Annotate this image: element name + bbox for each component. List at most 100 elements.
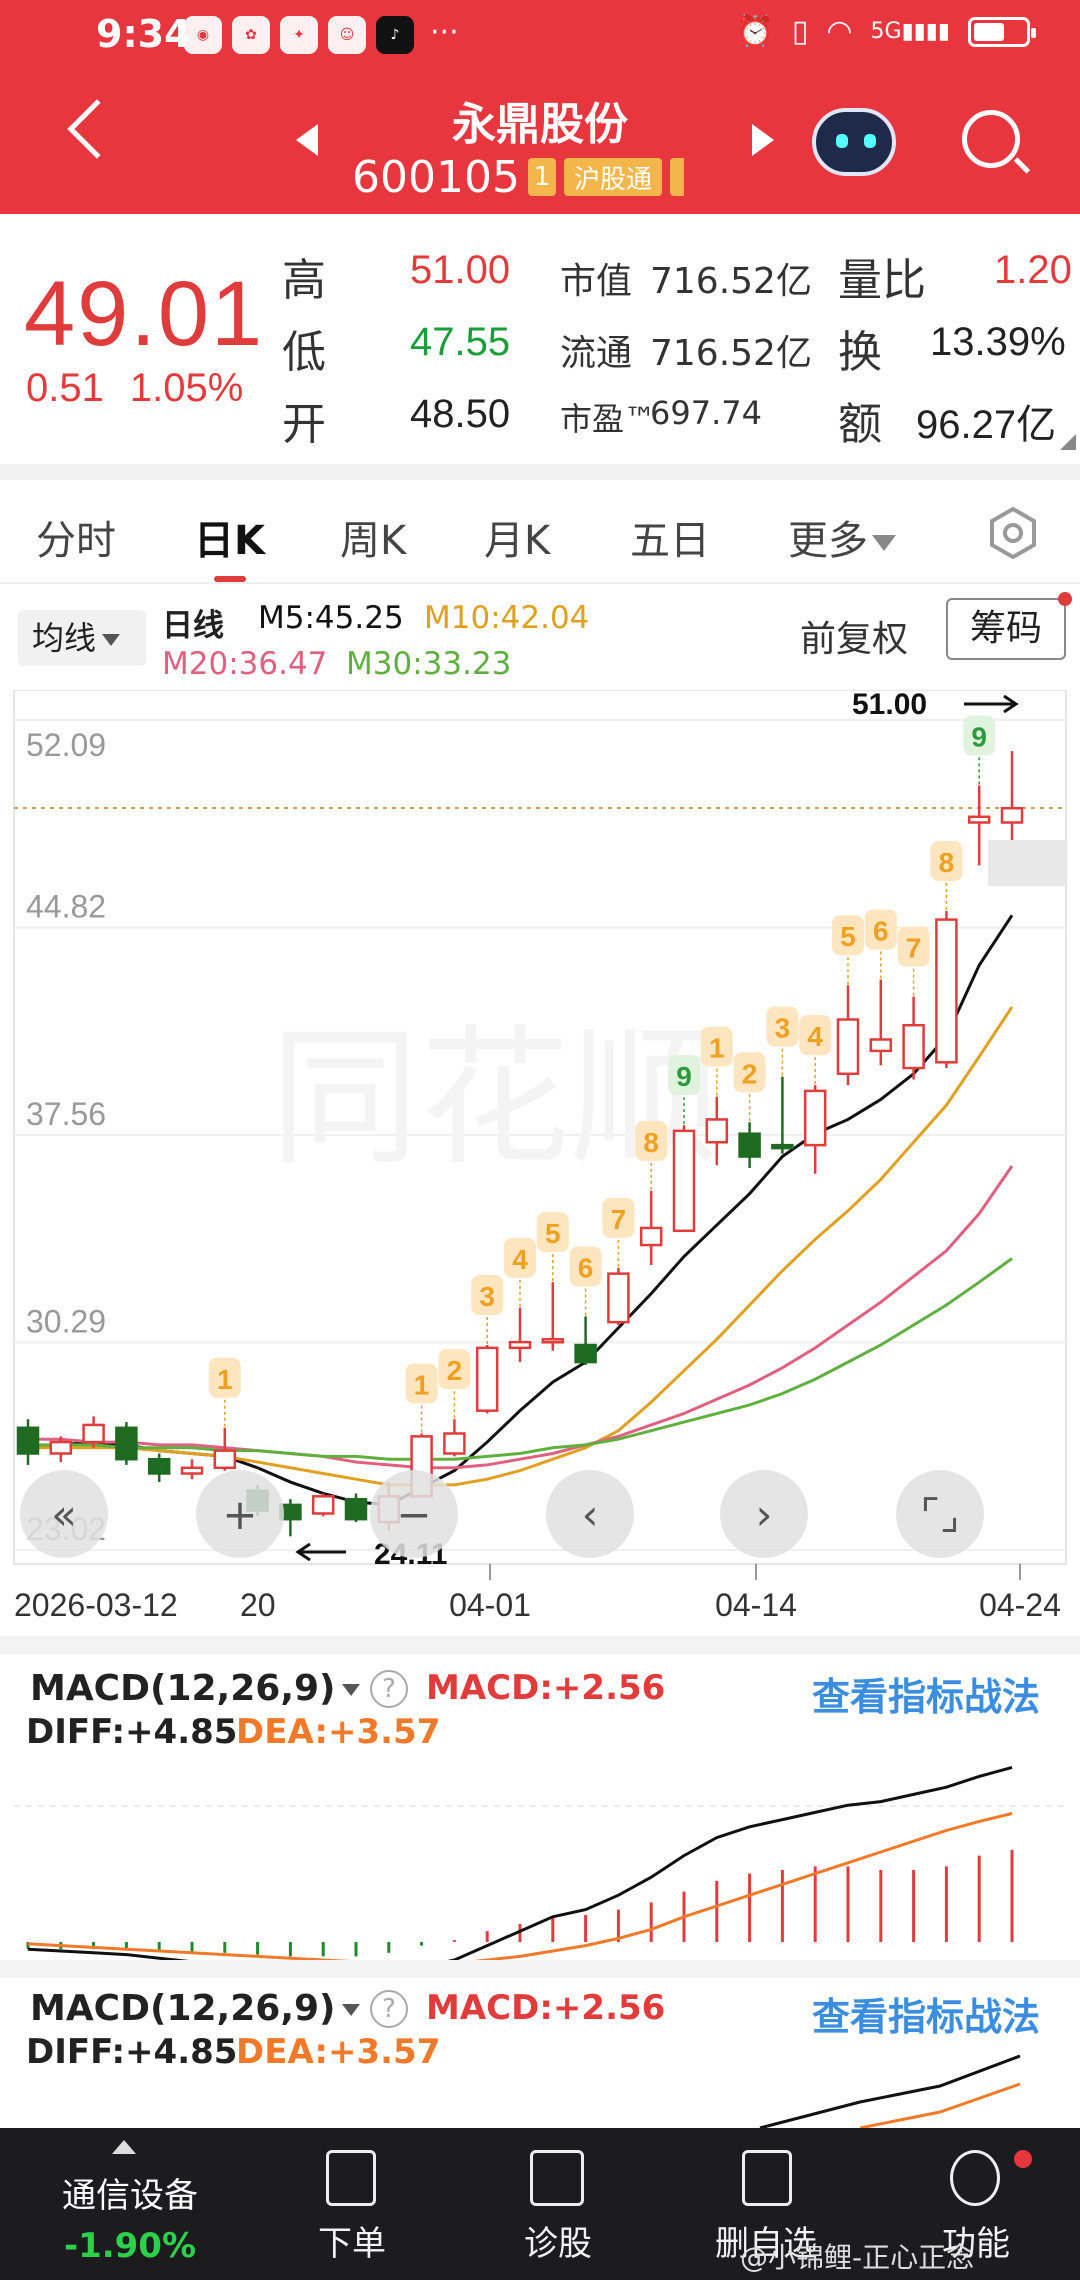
indicator-select[interactable]: 均线 (18, 610, 146, 666)
alarm-icon: ⏰ (736, 14, 774, 49)
candle (475, 1344, 499, 1414)
candle-body (1000, 806, 1024, 824)
indicator-strategy-link[interactable]: 查看指标战法 (812, 1666, 1040, 1721)
change-percent: 1.05% (129, 366, 244, 410)
float-value: 716.52亿 (650, 333, 812, 374)
tab-monthly-k[interactable]: 月K (484, 508, 550, 566)
more-notifications-icon: ··· (430, 15, 459, 50)
chevron-down-icon (341, 1684, 360, 1696)
candle-body (672, 1129, 696, 1233)
macd-chart-2[interactable] (0, 2050, 1080, 2128)
prev-stock-button[interactable] (296, 124, 318, 156)
volratio-label: 量比 (838, 255, 926, 306)
ma30-value: M30:33.23 (346, 646, 512, 682)
candle-body (16, 1426, 40, 1455)
app-icon: ✦ (280, 16, 318, 54)
remove-watchlist-icon (742, 2150, 792, 2206)
app-header: 9:34 ◉ ✿ ✦ ☺ ♪ ··· ⏰ ▯ ◠ 5G▮▮▮▮ 永鼎股份 600… (0, 0, 1080, 214)
tab-more[interactable]: 更多 (788, 508, 896, 566)
td-number: 4 (807, 1021, 823, 1052)
stock-name: 永鼎股份 (452, 99, 628, 150)
market-badge: 沪股通 (563, 158, 662, 196)
float-label: 流通 (560, 333, 633, 374)
candle-body (311, 1495, 335, 1515)
low-label: 低 (282, 327, 326, 378)
divider (0, 464, 1080, 480)
battery-icon (968, 16, 1036, 47)
candle-body (902, 1023, 925, 1070)
candle-body (344, 1497, 368, 1521)
candle (672, 1125, 696, 1233)
next-stock-button[interactable] (752, 124, 774, 156)
macd-indicator-select[interactable]: MACD(12,26,9) (30, 1668, 360, 1709)
chips-button[interactable]: 筹码 (946, 598, 1066, 660)
high-label: 高 (282, 255, 326, 306)
x-axis-labels: 2026-03-12 20 04-01 04-14 04-24 (14, 1564, 1061, 1620)
y-tick-label: 30.29 (26, 1303, 106, 1339)
y-tick-label: 44.82 (26, 889, 106, 925)
macd-value-2: MACD:+2.56 (426, 1988, 666, 2028)
status-bar: 9:34 ◉ ✿ ✦ ☺ ♪ ··· ⏰ ▯ ◠ 5G▮▮▮▮ (0, 0, 1080, 72)
nav-order[interactable]: 下单 (252, 2128, 452, 2280)
macd-chart[interactable] (0, 1730, 1080, 1960)
amount-value: 96.27亿 (916, 403, 1057, 447)
y-tick-label: 52.09 (26, 727, 106, 763)
diagnose-icon (530, 2150, 584, 2206)
prev-icon[interactable]: ‹ (546, 1470, 634, 1558)
sector-name[interactable]: 通信设备 (30, 2168, 230, 2217)
macd-histogram (26, 1849, 1014, 1957)
chevron-up-icon[interactable] (112, 2140, 136, 2154)
wifi-icon: ◠ (826, 14, 853, 49)
order-icon (326, 2150, 376, 2206)
nav-order-label: 下单 (318, 2224, 386, 2264)
ma20-value: M20:36.47 (162, 646, 328, 682)
candle-body (443, 1432, 466, 1455)
candle-body (213, 1449, 237, 1470)
price-tag-placeholder (988, 840, 1066, 886)
tab-five-day[interactable]: 五日 (630, 508, 710, 566)
functions-icon (950, 2150, 1000, 2206)
td-number: 1 (709, 1033, 725, 1064)
chevron-down-icon (872, 535, 896, 551)
candle-body (607, 1272, 630, 1324)
macd-indicator-select-2[interactable]: MACD(12,26,9) (30, 1988, 360, 2029)
candle-body (705, 1118, 729, 1144)
candle-body (869, 1038, 893, 1053)
td-number: 6 (873, 916, 889, 947)
svg-text:51.00: 51.00 (852, 690, 927, 721)
status-indicators: ⏰ ▯ ◠ 5G▮▮▮▮ (736, 14, 1036, 49)
td-number: 6 (578, 1252, 594, 1283)
active-tab-indicator (214, 576, 246, 582)
expand-quote-icon[interactable] (1060, 434, 1076, 450)
x-tick-label: 04-01 (449, 1587, 531, 1620)
indicator-strategy-link-2[interactable]: 查看指标战法 (812, 1986, 1040, 2041)
assistant-robot-icon[interactable] (812, 108, 896, 176)
stock-code: 600105 (352, 151, 520, 203)
nav-diagnose[interactable]: 诊股 (458, 2128, 658, 2280)
zoom-out-icon[interactable]: − (370, 1470, 458, 1558)
rewind-icon[interactable]: « (20, 1470, 108, 1558)
next-icon[interactable]: › (720, 1470, 808, 1558)
vibrate-icon: ▯ (791, 14, 809, 49)
search-icon[interactable] (962, 110, 1020, 168)
settings-hexagon-icon[interactable] (986, 506, 1040, 560)
tab-intraday[interactable]: 分时 (36, 508, 116, 566)
mktcap-value: 716.52亿 (650, 261, 812, 302)
candle (115, 1422, 138, 1465)
back-button[interactable] (67, 99, 127, 159)
td-number: 9 (971, 721, 987, 752)
candle-body (803, 1089, 827, 1147)
help-icon[interactable]: ? (370, 1670, 408, 1708)
tab-weekly-k[interactable]: 周K (340, 508, 406, 566)
turnover-label: 换 (838, 327, 882, 378)
help-icon[interactable]: ? (370, 1990, 408, 2028)
candle (311, 1493, 335, 1517)
tab-daily-k[interactable]: 日K (194, 508, 265, 566)
adjust-button[interactable]: 前复权 (800, 610, 908, 662)
chevron-down-icon (102, 634, 121, 646)
fullscreen-icon[interactable]: ⌜⌟ (896, 1470, 984, 1558)
signal-icon: 5G▮▮▮▮ (870, 19, 950, 44)
td-number: 3 (775, 1013, 791, 1044)
zoom-in-icon[interactable]: + (196, 1470, 284, 1558)
notification-dot (1058, 592, 1072, 606)
